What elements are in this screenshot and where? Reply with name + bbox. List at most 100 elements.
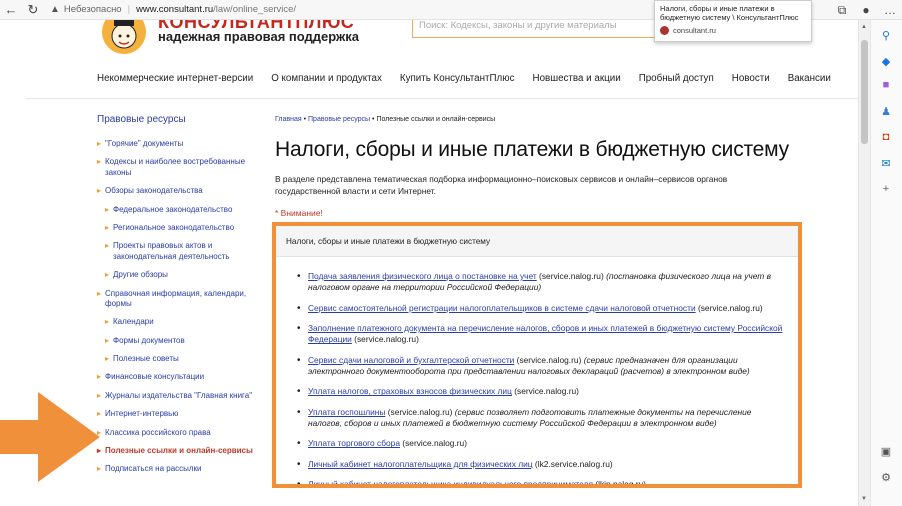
sidebar-item[interactable]: Полезные ссылки и онлайн-сервисы (97, 446, 257, 457)
scroll-up-icon[interactable]: ▲ (861, 24, 867, 30)
main-content: Главная • Правовые ресурсы • Полезные сс… (275, 116, 815, 218)
web-page: КОНСУЛЬТАНТПЛЮС надежная правовая поддер… (0, 20, 858, 506)
service-link[interactable]: Личный кабинет налогоплательщика индивид… (308, 479, 593, 484)
warning-icon: ▲ (50, 4, 60, 15)
service-domain: (lk2.service.nalog.ru) (532, 458, 613, 469)
list-item: Личный кабинет налогоплательщика для физ… (297, 458, 784, 472)
logo-icon[interactable] (96, 20, 152, 58)
list-item: Сервис самостоятельной регистрации налог… (297, 302, 784, 316)
insecure-label: Небезопасно (63, 4, 122, 15)
tooltip-site: consultant.ru (660, 26, 806, 35)
service-link[interactable]: Личный кабинет налогоплательщика для физ… (308, 459, 533, 469)
address-bar[interactable]: ▲ Небезопасно | www.consultant.ru /law/o… (50, 4, 296, 15)
search-icon[interactable]: ⚲ (879, 28, 893, 42)
breadcrumb-current: Полезные ссылки и онлайн-сервисы (376, 116, 496, 123)
nav-item[interactable]: Купить КонсультантПлюс (400, 73, 515, 84)
service-link[interactable]: Сервис самостоятельной регистрации налог… (308, 303, 696, 313)
service-domain: (service.nalog.ru) (351, 334, 419, 345)
favicon-icon (660, 26, 669, 35)
office-icon[interactable]: ◘ (879, 130, 893, 144)
person-icon[interactable]: ♟ (879, 104, 893, 118)
service-domain: (service.nalog.ru) (385, 406, 455, 417)
sidebar-item[interactable]: Справочная информация, календари, формы (97, 289, 257, 310)
reload-icon[interactable]: ↻ (22, 0, 44, 20)
breadcrumb-resources[interactable]: Правовые ресурсы (308, 116, 370, 123)
address-separator: | (127, 4, 131, 15)
service-link[interactable]: Уплата торгового сбора (308, 438, 400, 448)
nav-item[interactable]: Пробный доступ (639, 73, 714, 84)
sidebar-item[interactable]: Другие обзоры (105, 270, 257, 281)
list-item: Уплата госпошлины (service.nalog.ru) (се… (297, 406, 784, 430)
tag-icon[interactable]: ◆ (879, 54, 893, 68)
nav-item[interactable]: Новости (732, 73, 770, 84)
sidebar-item[interactable]: Кодексы и наиболее востребованные законы (97, 157, 257, 178)
tooltip-title: Налоги, сборы и иные платежи в бюджетную… (660, 4, 799, 22)
list-item: Сервис сдачи налоговой и бухгалтерской о… (297, 354, 784, 378)
header-divider (26, 98, 858, 99)
sidebar: Правовые ресурсы "Горячие" документы Коде… (97, 114, 257, 483)
settings-icon[interactable]: ⚙ (879, 470, 893, 484)
links-box-title: Налоги, сборы и иные платежи в бюджетную… (276, 226, 798, 257)
sidebar-item[interactable]: Обзоры законодательства (97, 186, 257, 197)
breadcrumb-home[interactable]: Главная (275, 116, 302, 123)
panel-icon[interactable]: ▣ (879, 444, 893, 458)
service-domain: (service.nalog.ru) (536, 271, 607, 281)
nav-item[interactable]: Новшества и акции (533, 73, 621, 84)
service-link[interactable]: Уплата госпошлины (308, 407, 385, 417)
attention-link[interactable]: * Внимание! (275, 208, 815, 218)
list-item: Уплата торгового сбора (service.nalog.ru… (297, 437, 784, 451)
service-link[interactable]: Подача заявления физического лица о пост… (308, 271, 537, 281)
scroll-down-icon[interactable]: ▼ (861, 496, 867, 502)
nav-item[interactable]: Некоммерческие интернет-версии (97, 73, 253, 84)
sidebar-item[interactable]: Календари (105, 317, 257, 328)
breadcrumb: Главная • Правовые ресурсы • Полезные сс… (275, 116, 815, 123)
sidebar-item[interactable]: Формы документов (105, 336, 257, 347)
sidebar-item[interactable]: Журналы издательства "Главная книга" (97, 391, 257, 402)
url-path: /law/online_service/ (213, 4, 297, 15)
sidebar-item[interactable]: Проекты правовых актов и законодательная… (105, 241, 257, 262)
back-icon[interactable]: ← (0, 0, 22, 20)
collections-icon[interactable]: ⧉ (830, 3, 854, 18)
list-item: Заполнение платежного документа на переч… (297, 322, 784, 346)
sidebar-item[interactable]: Финансовые консультации (97, 372, 257, 383)
service-domain: (service.nalog.ru) (695, 302, 763, 313)
add-icon[interactable]: + (879, 182, 893, 196)
service-domain: (service.nalog.ru) (514, 354, 584, 365)
sidebar-item[interactable]: Полезные советы (105, 354, 257, 365)
search-input[interactable]: Поиск: Кодексы, законы и другие материал… (412, 20, 662, 38)
sidebar-item[interactable]: Региональное законодательство (105, 223, 257, 234)
service-link[interactable]: Сервис сдачи налоговой и бухгалтерской о… (308, 355, 514, 365)
sidebar-item[interactable]: Интернет-интервью (97, 409, 257, 420)
service-link[interactable]: Уплата налогов, страховых взносов физиче… (308, 386, 512, 396)
nav-item[interactable]: Вакансии (788, 73, 831, 84)
browser-actions: ⧉ ● … (830, 0, 902, 20)
sidebar-item[interactable]: "Горячие" документы (97, 139, 257, 150)
sidebar-item[interactable]: Федеральное законодательство (105, 205, 257, 216)
sidebar-item[interactable]: Классика российского права (97, 428, 257, 439)
page-title: Налоги, сборы и иные платежи в бюджетную… (275, 138, 789, 161)
nav-item[interactable]: О компании и продуктах (271, 73, 382, 84)
edge-sidebar: ⚲ ◆ ■ ♟ ◘ ✉ + ▣ ⚙ (870, 20, 902, 506)
service-domain: (service.nalog.ru) (399, 438, 468, 449)
more-icon[interactable]: … (878, 3, 902, 17)
list-item: Личный кабинет налогоплательщика индивид… (297, 478, 784, 488)
briefcase-icon[interactable]: ■ (879, 78, 893, 92)
sidebar-item[interactable]: Подписаться на рассылки (97, 464, 257, 475)
top-navigation: Некоммерческие интернет-версии О компани… (97, 73, 849, 84)
page-scrollbar[interactable]: ▲ ▼ (858, 20, 870, 506)
service-domain: (lkip.nalog.ru) (592, 479, 647, 488)
links-box: Налоги, сборы и иные платежи в бюджетную… (272, 222, 802, 488)
tab-tooltip: Налоги, сборы и иные платежи в бюджетную… (654, 0, 812, 42)
intro-text: В разделе представлена тематическая подб… (275, 174, 728, 197)
list-item: Подача заявления физического лица о пост… (297, 270, 784, 294)
profile-icon[interactable]: ● (854, 3, 878, 17)
logo-subtitle: надежная правовая поддержка (158, 29, 359, 44)
sidebar-list: "Горячие" документы Кодексы и наиболее во… (97, 139, 257, 475)
service-domain: (service.nalog.ru) (511, 386, 579, 397)
scrollbar-thumb[interactable] (861, 40, 868, 144)
sidebar-title[interactable]: Правовые ресурсы (97, 114, 257, 125)
outlook-icon[interactable]: ✉ (879, 156, 893, 170)
tooltip-site-label: consultant.ru (673, 26, 716, 35)
list-item: Уплата налогов, страховых взносов физиче… (297, 385, 784, 399)
arrow-annotation-icon (0, 392, 100, 482)
